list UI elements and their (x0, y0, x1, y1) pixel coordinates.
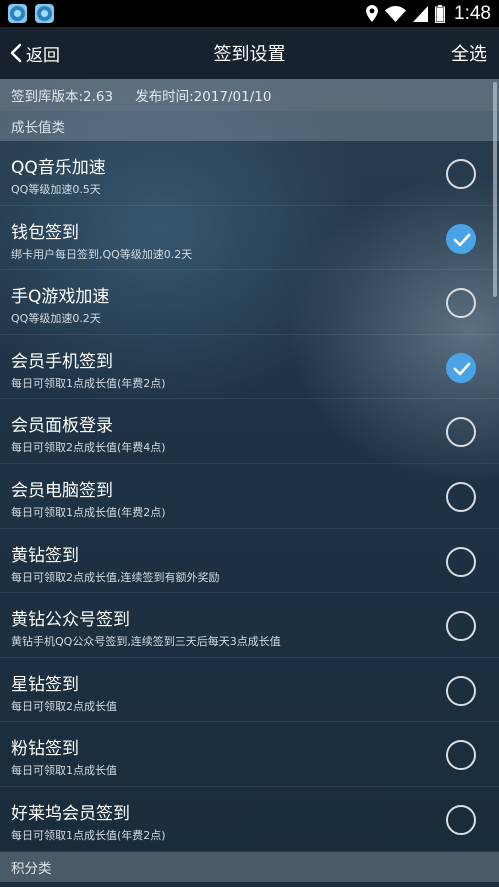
list-item[interactable]: 手Q游戏加速 QQ等级加速0.2天 (0, 270, 499, 335)
library-version: 签到库版本:2.63 (11, 89, 114, 105)
item-description: 每日可领取1点成长值(年费2点) (11, 505, 166, 519)
item-title: 黄钻签到 (11, 545, 79, 566)
checkbox[interactable] (446, 352, 476, 383)
library-info-bar: 签到库版本:2.63 发布时间:2017/01/10 (0, 79, 499, 111)
item-title: 星钻签到 (11, 674, 79, 695)
list-item[interactable]: 钱包签到 绑卡用户每日签到,QQ等级加速0.2天 (0, 206, 499, 271)
item-description: 黄钻手机QQ公众号签到,连续签到三天后每天3点成长值 (11, 635, 281, 649)
checkbox[interactable] (446, 159, 476, 189)
publish-time: 发布时间:2017/01/10 (135, 89, 272, 105)
list-item[interactable]: 好莱坞会员签到 每日可领取1点成长值(年费2点) (0, 787, 499, 852)
item-title: 粉钻签到 (11, 739, 79, 760)
status-bar: 1:48 (0, 0, 499, 27)
list-item[interactable]: 黄钻公众号签到 黄钻手机QQ公众号签到,连续签到三天后每天3点成长值 (0, 593, 499, 658)
list-item[interactable]: 粉钻签到 每日可领取1点成长值 (0, 722, 499, 787)
list-item[interactable]: QQ音乐加速 QQ等级加速0.5天 (0, 141, 499, 206)
checkbox[interactable] (446, 611, 476, 642)
sign-in-list: QQ音乐加速 QQ等级加速0.5天 钱包签到 绑卡用户每日签到,QQ等级加速0.… (0, 141, 499, 852)
item-description: QQ等级加速0.5天 (11, 183, 101, 196)
checkbox[interactable] (446, 223, 476, 254)
list-item[interactable]: 会员手机签到 每日可领取1点成长值(年费2点) (0, 335, 499, 400)
item-description: 每日可领取2点成长值(年费4点) (11, 441, 166, 455)
item-title: 手Q游戏加速 (11, 287, 110, 308)
list-item[interactable]: 会员面板登录 每日可领取2点成长值(年费4点) (0, 399, 499, 464)
checkmark-icon (453, 233, 471, 246)
chevron-left-icon (10, 43, 22, 63)
list-item[interactable]: 星钻签到 每日可领取2点成长值 (0, 658, 499, 723)
item-description: QQ等级加速0.2天 (11, 312, 101, 326)
item-title: 会员电脑签到 (11, 480, 113, 501)
clock: 1:48 (454, 2, 491, 24)
signal-icon (413, 5, 429, 22)
item-description: 绑卡用户每日签到,QQ等级加速0.2天 (11, 247, 193, 261)
item-title: QQ音乐加速 (11, 158, 106, 178)
checkbox[interactable] (446, 417, 476, 448)
scrollbar[interactable] (493, 82, 497, 297)
list-item[interactable]: 会员电脑签到 每日可领取1点成长值(年费2点) (0, 464, 499, 529)
checkbox[interactable] (446, 675, 476, 706)
app-notification-icon (8, 4, 27, 23)
item-title: 黄钻公众号签到 (11, 610, 130, 631)
item-description: 每日可领取1点成长值(年费2点) (11, 828, 166, 842)
checkbox[interactable] (446, 740, 476, 771)
checkbox[interactable] (446, 288, 476, 319)
item-title: 会员手机签到 (11, 351, 113, 372)
wifi-icon (385, 5, 407, 22)
checkbox[interactable] (446, 546, 476, 577)
item-title: 会员面板登录 (11, 416, 113, 437)
section-header-points: 积分类 (0, 852, 499, 882)
app-notification-icon (35, 4, 54, 23)
list-item[interactable]: 黄钻签到 每日可领取2点成长值,连续签到有额外奖励 (0, 529, 499, 594)
page-title: 签到设置 (213, 44, 286, 65)
item-description: 每日可领取2点成长值 (11, 699, 117, 713)
item-description: 每日可领取2点成长值,连续签到有额外奖励 (11, 570, 220, 584)
title-bar: 返回 签到设置 全选 (0, 27, 499, 79)
back-label: 返回 (26, 45, 60, 66)
item-title: 钱包签到 (11, 222, 79, 243)
checkmark-icon (453, 362, 471, 376)
back-button[interactable]: 返回 (10, 27, 60, 79)
item-title: 好莱坞会员签到 (11, 803, 130, 824)
select-all-button[interactable]: 全选 (451, 27, 487, 79)
battery-icon (435, 4, 446, 23)
item-description: 每日可领取1点成长值 (11, 764, 117, 778)
checkbox[interactable] (446, 481, 476, 512)
item-description: 每日可领取1点成长值(年费2点) (11, 376, 166, 390)
checkbox[interactable] (446, 804, 476, 835)
section-header-growth: 成长值类 (0, 111, 499, 141)
location-icon (366, 5, 379, 22)
status-icons: 1:48 (366, 3, 491, 25)
